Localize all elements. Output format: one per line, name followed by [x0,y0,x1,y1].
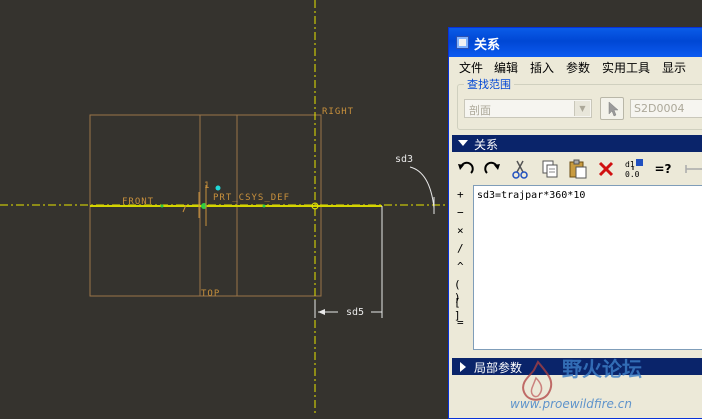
small-number-label: 1 [204,181,210,191]
menu-insert[interactable]: 插入 [528,58,556,77]
relations-toolbar: d1 0.0 =? [449,156,702,182]
right-datum-label[interactable]: RIGHT [322,107,354,117]
top-datum-label[interactable]: TOP [201,289,220,299]
csys-label[interactable]: PRT_CSYS_DEF [213,193,290,203]
equals-operator-button[interactable]: = [457,316,464,329]
cyan-point[interactable] [215,185,221,191]
minus-operator-button[interactable]: − [457,206,464,219]
sort-icon[interactable] [683,158,702,180]
find-scope-group: 查找范围 剖面 ▼ S2D0004 [457,76,702,130]
plus-operator-button[interactable]: + [457,188,464,201]
pointer-icon [608,101,619,117]
cut-icon[interactable] [509,158,531,180]
window-icon [456,36,469,49]
paste-icon[interactable] [567,158,589,180]
dialog-title: 关系 [474,38,501,53]
sd3-arc[interactable] [409,166,435,209]
evaluate-icon[interactable]: =? [652,158,674,180]
feature-name-field[interactable]: S2D0004 [630,99,702,118]
sd5-dimension[interactable]: sd5 [346,307,364,318]
divide-operator-button[interactable]: / [457,242,464,255]
relations-section-header[interactable]: 关系 [452,135,702,152]
collapse-icon [458,140,468,146]
delete-icon[interactable] [595,158,617,180]
sd5-arrow [318,309,325,315]
menu-parameters[interactable]: 参数 [564,58,592,77]
operator-panel: + − × / ^ ( ) [ ] = [453,188,469,358]
forum-watermark: 野火论坛 www.proewildfire.cn [510,357,642,411]
relations-editor[interactable]: sd3=trajpar*360*10 [473,185,702,350]
undo-icon[interactable] [455,158,477,180]
grid-point [262,204,266,208]
grid-point [160,204,164,208]
flame-logo [522,360,553,401]
relation-line[interactable]: sd3=trajpar*360*10 [477,190,585,201]
relations-section-label: 关系 [474,138,499,152]
watermark-title: 野火论坛 [562,357,642,381]
expand-icon [460,362,466,372]
find-scope-legend: 查找范围 [464,76,514,92]
menu-bar: 文件 编辑 插入 参数 实用工具 显示 [449,57,702,77]
menu-file[interactable]: 文件 [457,58,485,77]
scope-select[interactable]: 剖面 ▼ [464,99,592,118]
menu-display[interactable]: 显示 [660,58,688,77]
svg-text:0.0: 0.0 [625,170,640,179]
chevron-down-icon[interactable]: ▼ [574,101,590,116]
menu-edit[interactable]: 编辑 [492,58,520,77]
dialog-titlebar[interactable]: 关系 [449,28,702,57]
watermark-url: www.proewildfire.cn [510,397,632,411]
multiply-operator-button[interactable]: × [457,224,464,237]
sd3-dimension[interactable]: sd3 [395,154,413,165]
copy-icon[interactable] [539,158,561,180]
scope-select-value: 剖面 [469,104,491,117]
menu-utilities[interactable]: 实用工具 [600,58,652,77]
front-datum-label[interactable]: FRONT [122,197,154,207]
select-pointer-button[interactable] [600,97,624,120]
switch-dims-icon[interactable]: d10.0 [623,158,645,180]
power-operator-button[interactable]: ^ [457,260,464,273]
redo-icon[interactable] [481,158,503,180]
